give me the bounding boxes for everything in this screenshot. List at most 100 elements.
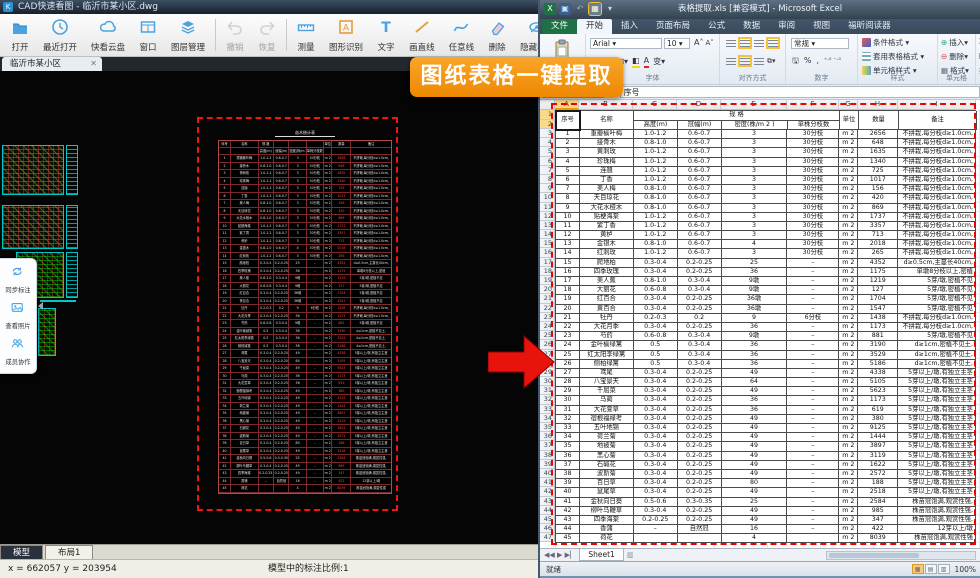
table-cell[interactable]: m 2 — [839, 130, 858, 139]
table-cell[interactable]: 株苗冠饱满,观赏性强 — [898, 534, 976, 543]
table-cell[interactable] — [678, 534, 722, 543]
table-cell[interactable]: m 2 — [839, 176, 858, 185]
table-cell[interactable]: 1219 — [858, 277, 898, 286]
table-cell[interactable]: 单墩8分枝以上,密植 — [898, 268, 976, 277]
table-cell[interactable]: 422 — [858, 525, 898, 534]
table-header-cell[interactable]: 冠幅(m) — [678, 121, 722, 131]
table-cell[interactable]: 0.6-0.7 — [678, 249, 722, 258]
table-cell[interactable]: 0.3-0.4 — [678, 286, 722, 295]
table-cell[interactable]: 1622 — [858, 461, 898, 470]
table-cell[interactable]: 3 — [722, 204, 788, 213]
scrollbar-thumb[interactable] — [829, 553, 919, 558]
save-icon[interactable]: ▣ — [559, 3, 571, 15]
table-cell[interactable]: 725 — [858, 167, 898, 176]
table-cell[interactable]: 5芽以上/墩,有独立主茎 — [898, 396, 976, 405]
table-cell[interactable]: 30分枝 — [787, 176, 839, 185]
table-cell[interactable]: 30 — [556, 396, 580, 405]
page-layout-view-button[interactable]: ▤ — [925, 564, 937, 574]
table-cell[interactable]: 0.2-0.25 — [678, 507, 722, 516]
table-cell[interactable]: 黄刺玫 — [580, 148, 634, 157]
ribbon-tab-1[interactable]: 开始 — [577, 19, 612, 34]
table-cell[interactable]: 8 — [556, 194, 580, 203]
table-cell[interactable]: 0.6-0.7 — [678, 194, 722, 203]
table-cell[interactable]: m 2 — [839, 259, 858, 268]
table-cell[interactable]: 不拼栽,每分枝d≥1.0cm, — [898, 249, 976, 258]
table-cell[interactable]: m 2 — [839, 139, 858, 148]
table-cell[interactable]: 1737 — [858, 213, 898, 222]
table-cell[interactable]: 0.3-0.4 — [634, 259, 678, 268]
table-cell[interactable]: 881 — [858, 332, 898, 341]
table-cell[interactable]: m 2 — [839, 194, 858, 203]
table-cell[interactable]: m 2 — [839, 461, 858, 470]
table-cell[interactable]: m 2 — [839, 479, 858, 488]
table-header-cell[interactable]: 单株分枝数 — [788, 121, 840, 131]
table-cell[interactable]: 49 — [722, 516, 788, 525]
table-cell[interactable]: 41 — [556, 498, 580, 507]
table-cell[interactable]: 127 — [858, 286, 898, 295]
table-cell[interactable]: 0.2-0.25 — [634, 516, 678, 525]
ribbon-tab-file[interactable]: 文件 — [542, 19, 577, 34]
table-cell[interactable]: m 2 — [839, 406, 858, 415]
table-cell[interactable]: 3 — [722, 194, 788, 203]
table-cell[interactable]: 0.6-0.7 — [678, 176, 722, 185]
align-middle-button[interactable] — [740, 39, 750, 47]
font-size-select[interactable]: 10 ▾ — [664, 38, 690, 49]
table-cell[interactable]: m 2 — [839, 277, 858, 286]
table-cell[interactable]: m 2 — [839, 369, 858, 378]
table-cell[interactable]: 0.3-0.4 — [678, 332, 722, 341]
table-cell[interactable]: 0.2-0.25 — [678, 516, 722, 525]
number-format-select[interactable]: 常规 ▾ — [791, 38, 849, 49]
table-cell[interactable]: 0.2-0.25 — [678, 488, 722, 497]
table-cell[interactable]: 不拼栽,每分枝d≥1.0cm, — [898, 130, 976, 139]
table-cell[interactable]: d≥1cm,密植不见土, — [898, 360, 976, 369]
table-cell[interactable]: 0.2-0.25 — [678, 479, 722, 488]
table-cell[interactable]: 2584 — [858, 498, 898, 507]
table-cell[interactable]: 27 — [556, 369, 580, 378]
table-cell[interactable]: 0.3-0.4 — [634, 507, 678, 516]
table-cell[interactable]: – — [787, 433, 839, 442]
table-cell[interactable]: 3 — [722, 213, 788, 222]
table-cell[interactable]: 3357 — [858, 222, 898, 231]
ribbon-tab-7[interactable]: 视图 — [804, 19, 839, 34]
table-cell[interactable]: 0.6-0.7 — [678, 185, 722, 194]
table-cell[interactable]: 869 — [858, 204, 898, 213]
table-cell[interactable]: 30分枝 — [787, 185, 839, 194]
table-cell[interactable]: m 2 — [839, 360, 858, 369]
table-cell[interactable]: 24 — [556, 341, 580, 350]
row-header-43[interactable]: 43 — [540, 497, 555, 506]
table-cell[interactable]: m 2 — [839, 442, 858, 451]
table-cell[interactable]: 0.6-0.7 — [678, 148, 722, 157]
table-cell[interactable]: 49 — [722, 424, 788, 433]
table-cell[interactable]: 23 — [556, 332, 580, 341]
table-cell[interactable]: 713 — [858, 231, 898, 240]
table-cell[interactable]: 156 — [858, 185, 898, 194]
table-cell[interactable]: 31 — [556, 406, 580, 415]
table-cell[interactable]: 1175 — [858, 268, 898, 277]
align-bottom-button[interactable] — [754, 39, 764, 47]
table-cell[interactable]: 株苗冠饱满,观赏性强, — [898, 507, 976, 516]
table-cell[interactable]: 17 — [556, 277, 580, 286]
align-left-button[interactable] — [726, 57, 736, 65]
table-cell[interactable]: 8039 — [858, 534, 898, 543]
ribbon-tab-6[interactable]: 审阅 — [769, 19, 804, 34]
table-cell[interactable]: m 2 — [839, 204, 858, 213]
table-cell[interactable]: – — [787, 369, 839, 378]
table-cell[interactable]: 265 — [858, 249, 898, 258]
column-header-D[interactable]: D — [677, 100, 721, 110]
table-cell[interactable]: 43 — [556, 516, 580, 525]
table-cell[interactable]: – — [634, 525, 678, 534]
table-cell[interactable]: – — [787, 268, 839, 277]
table-cell[interactable]: 5芽以上/墩,有独立主茎 — [898, 387, 976, 396]
table-cell[interactable]: 不拼栽,每分枝d≥1.0cm, — [898, 204, 976, 213]
table-cell[interactable]: 四季玫瑰 — [580, 268, 634, 277]
table-cell[interactable]: 3 — [722, 231, 788, 240]
table-cell[interactable]: 美人蕉 — [580, 277, 634, 286]
table-cell[interactable]: 0.6-0.7 — [678, 158, 722, 167]
table-cell[interactable]: 0.2-0.25 — [678, 470, 722, 479]
table-cell[interactable]: 36 — [722, 268, 788, 277]
table-cell[interactable]: 3 — [722, 158, 788, 167]
table-cell[interactable]: m 2 — [839, 498, 858, 507]
row-header-42[interactable]: 42 — [540, 487, 555, 496]
table-cell[interactable]: 0.2-0.25 — [678, 415, 722, 424]
table-cell[interactable]: 36 — [722, 351, 788, 360]
